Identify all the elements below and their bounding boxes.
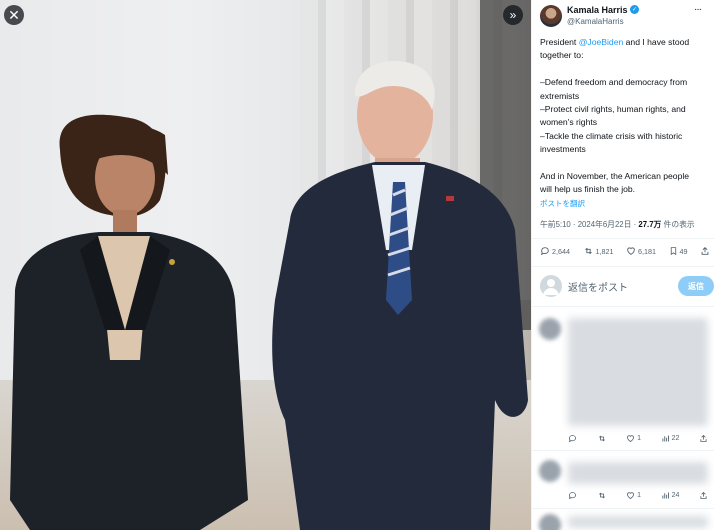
post-text-line: –Defend freedom and democracy from xyxy=(540,77,688,88)
views-count: 24 xyxy=(671,492,680,499)
share-icon-glyph xyxy=(700,434,707,442)
post-text-line: together to: xyxy=(540,50,584,61)
views-action[interactable]: 22 xyxy=(661,434,680,443)
reply-submit-button[interactable]: 返信 xyxy=(678,276,714,296)
heart-icon xyxy=(627,492,635,499)
repost-count: 1,821 xyxy=(595,246,614,256)
divider xyxy=(532,266,714,267)
post-text-line: –Tackle the climate crisis with historic xyxy=(540,130,683,141)
photo-viewer: ✕ » xyxy=(0,0,531,530)
chevrons-right-icon[interactable]: » xyxy=(503,5,523,25)
share-icon-glyph xyxy=(700,491,707,499)
reply-action[interactable]: 2,644 xyxy=(540,246,570,256)
post-text-line: President @JoeBiden and I have stood xyxy=(540,36,712,49)
repost-icon[interactable] xyxy=(597,434,607,443)
share-icon[interactable] xyxy=(699,434,708,443)
like-action[interactable]: 1 xyxy=(626,434,641,443)
close-icon[interactable]: ✕ xyxy=(4,5,24,25)
author-name[interactable]: Kamala Harris xyxy=(567,5,628,15)
heart-icon xyxy=(627,435,635,442)
post-text: President @JoeBiden and I have stood tog… xyxy=(540,36,712,197)
divider xyxy=(532,306,714,307)
bookmark-icon xyxy=(670,247,676,256)
repost-action[interactable]: 1,821 xyxy=(583,246,614,256)
blurred-reply-content xyxy=(568,462,708,484)
figure-right xyxy=(272,60,528,530)
bookmark-action[interactable]: 49 xyxy=(669,246,688,256)
more-options-icon[interactable]: ··· xyxy=(694,4,702,15)
post-photo xyxy=(10,60,528,530)
blurred-reply-content xyxy=(568,318,708,426)
share-icon xyxy=(701,247,709,255)
post-text-line: –Protect civil rights, human rights, and xyxy=(540,104,686,115)
repost-icon xyxy=(584,247,592,255)
figure-left xyxy=(10,114,248,530)
author-avatar[interactable] xyxy=(540,5,562,27)
default-avatar-icon xyxy=(543,279,559,295)
divider xyxy=(532,450,714,451)
heart-icon xyxy=(627,247,635,255)
reply-composer: 返信をポスト 返信 xyxy=(540,274,714,300)
divider xyxy=(532,238,714,239)
repost-icon-glyph xyxy=(598,435,605,442)
reply-avatar xyxy=(539,318,561,340)
reply-input[interactable]: 返信をポスト xyxy=(568,279,628,294)
repost-icon[interactable] xyxy=(597,491,607,500)
reply-avatar xyxy=(539,514,561,530)
share-action[interactable] xyxy=(700,246,710,256)
views-count: 27.7万 xyxy=(638,220,662,229)
author-handle[interactable]: @KamalaHarris xyxy=(567,17,624,26)
repost-icon-glyph xyxy=(598,492,605,499)
post-text-segment: President xyxy=(540,37,579,47)
mention-link[interactable]: @JoeBiden xyxy=(579,37,624,47)
post-text-line: And in November, the American people xyxy=(540,171,690,182)
reply-avatar xyxy=(539,460,561,482)
verified-badge-icon: ✓ xyxy=(630,5,639,14)
post-text-line: investments xyxy=(540,144,586,155)
translate-post-link[interactable]: ポストを翻訳 xyxy=(540,198,585,209)
post-text-line: women's rights xyxy=(540,117,598,128)
post-header: Kamala Harris ✓ @KamalaHarris ··· xyxy=(532,0,714,34)
like-action[interactable]: 1 xyxy=(626,491,641,500)
post-text-line: extremists xyxy=(540,90,580,101)
bar-chart-icon xyxy=(662,435,669,442)
post-text-segment: and I have stood xyxy=(623,37,690,47)
reply-icon[interactable] xyxy=(568,434,577,443)
like-action[interactable]: 6,181 xyxy=(626,246,656,256)
reply-icon[interactable] xyxy=(568,491,577,500)
reply-icon-glyph xyxy=(568,435,576,443)
bar-chart-icon xyxy=(662,492,669,499)
like-count: 6,181 xyxy=(638,246,656,256)
reply-icon-glyph xyxy=(568,492,576,500)
divider xyxy=(532,508,714,509)
reply-actions: 1 22 xyxy=(568,434,708,443)
like-count: 1 xyxy=(637,492,642,499)
post-meta: 午前5:10 · 2024年6月22日 · 27.7万 件の表示 xyxy=(540,219,695,230)
current-user-avatar xyxy=(540,275,562,297)
post-detail-panel: Kamala Harris ✓ @KamalaHarris ··· Presid… xyxy=(531,0,714,530)
reply-actions: 1 24 xyxy=(568,491,708,500)
blurred-reply-content xyxy=(568,516,708,528)
post-text-line: will help us finish the job. xyxy=(540,184,636,195)
views-label: 件の表示 xyxy=(661,220,695,229)
reply-icon xyxy=(540,247,549,256)
reply-count: 2,644 xyxy=(552,246,570,256)
bookmark-count: 49 xyxy=(679,246,688,256)
post-actions: 2,644 1,821 6,181 49 xyxy=(540,246,710,256)
views-action[interactable]: 24 xyxy=(661,491,680,500)
like-count: 1 xyxy=(637,435,642,442)
views-count: 22 xyxy=(671,435,680,442)
share-icon[interactable] xyxy=(699,491,708,500)
post-timestamp[interactable]: 午前5:10 · 2024年6月22日 · xyxy=(540,220,638,229)
